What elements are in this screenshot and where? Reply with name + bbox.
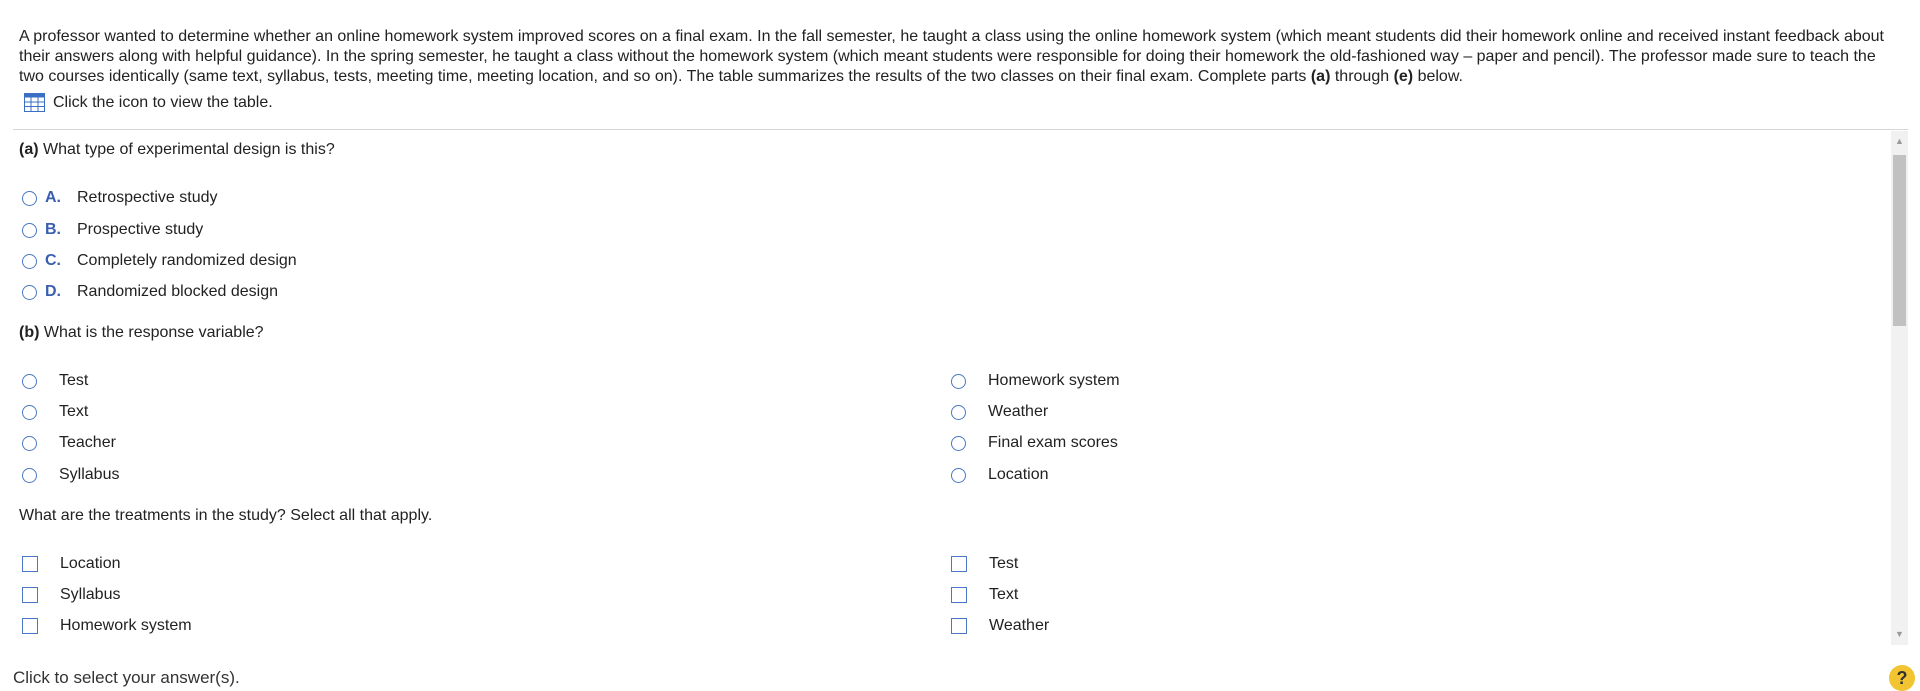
problem-statement: A professor wanted to determine whether …: [19, 27, 1891, 87]
option-b-prospective[interactable]: B. Prospective study: [22, 220, 203, 240]
view-table-label: Click the icon to view the table.: [53, 93, 273, 111]
option-d-randomized-blocked[interactable]: D. Randomized blocked design: [22, 282, 278, 302]
treatments-question: What are the treatments in the study? Se…: [19, 507, 433, 524]
response-option[interactable]: Weather: [951, 402, 1048, 422]
treatment-option[interactable]: Weather: [951, 616, 1049, 636]
table-grid-icon[interactable]: [24, 93, 45, 112]
problem-text: A professor wanted to determine whether …: [19, 28, 1884, 85]
response-option[interactable]: Final exam scores: [951, 433, 1118, 453]
question-a-tag: (a): [19, 141, 39, 158]
option-label: Test: [59, 372, 89, 389]
option-label: Final exam scores: [988, 434, 1118, 451]
checkbox[interactable]: [951, 556, 967, 572]
option-label: Randomized blocked design: [77, 283, 279, 300]
radio-button[interactable]: [22, 222, 37, 238]
option-label: Syllabus: [60, 586, 121, 603]
option-letter: D.: [45, 283, 61, 300]
response-option[interactable]: Location: [951, 465, 1049, 485]
radio-button[interactable]: [22, 253, 37, 269]
below-text: below.: [1413, 68, 1463, 85]
scroll-down-icon[interactable]: ▼: [1891, 626, 1908, 643]
status-text: Click to select your answer(s).: [13, 668, 240, 687]
response-option[interactable]: Test: [22, 371, 88, 391]
option-label: Teacher: [59, 434, 116, 451]
option-label: Retrospective study: [77, 189, 218, 206]
checkbox[interactable]: [22, 556, 38, 572]
help-icon[interactable]: ?: [1889, 665, 1915, 691]
option-label: Syllabus: [59, 466, 120, 483]
question-a: (a) What type of experimental design is …: [19, 141, 335, 159]
question-a-text: What type of experimental design is this…: [38, 141, 335, 158]
response-option[interactable]: Homework system: [951, 371, 1120, 391]
scroll-thumb[interactable]: [1893, 155, 1906, 326]
checkbox[interactable]: [22, 618, 38, 634]
option-label: Homework system: [988, 372, 1120, 389]
radio-button[interactable]: [22, 467, 37, 483]
checkbox[interactable]: [951, 587, 967, 603]
radio-button[interactable]: [951, 435, 966, 451]
option-letter: C.: [45, 252, 61, 269]
treatment-option[interactable]: Test: [951, 554, 1018, 574]
section-divider: [13, 129, 1908, 130]
option-label: Homework system: [60, 617, 192, 634]
treatment-option[interactable]: Text: [951, 585, 1018, 605]
radio-button[interactable]: [951, 467, 966, 483]
treatment-option[interactable]: Syllabus: [22, 585, 120, 605]
question-pane: (a) What type of experimental design is …: [13, 131, 1908, 645]
through-text: through: [1330, 68, 1394, 85]
view-table-link[interactable]: Click the icon to view the table.: [24, 93, 273, 112]
checkbox[interactable]: [951, 618, 967, 634]
question-b-text: What is the response variable?: [39, 324, 264, 341]
question-b: (b) What is the response variable?: [19, 324, 264, 342]
radio-button[interactable]: [22, 190, 37, 206]
radio-button[interactable]: [951, 404, 966, 420]
response-option[interactable]: Teacher: [22, 433, 116, 453]
radio-button[interactable]: [22, 373, 37, 389]
option-label: Text: [59, 403, 89, 420]
part-a-ref: (a): [1310, 68, 1331, 85]
radio-button[interactable]: [22, 435, 37, 451]
option-label: Test: [989, 555, 1019, 572]
option-letter: B.: [45, 221, 61, 238]
question-b-tag: (b): [19, 324, 40, 341]
option-label: Prospective study: [77, 221, 204, 238]
scroll-up-icon[interactable]: ▲: [1891, 133, 1908, 150]
treatment-option[interactable]: Location: [22, 554, 121, 574]
response-option[interactable]: Syllabus: [22, 465, 119, 485]
radio-button[interactable]: [22, 284, 37, 300]
option-label: Weather: [989, 617, 1050, 634]
radio-button[interactable]: [22, 404, 37, 420]
option-label: Location: [988, 466, 1049, 483]
response-option[interactable]: Text: [22, 402, 88, 422]
option-label: Location: [60, 555, 121, 572]
checkbox[interactable]: [22, 587, 38, 603]
option-letter: A.: [45, 189, 61, 206]
option-c-completely-randomized[interactable]: C. Completely randomized design: [22, 251, 297, 271]
option-label: Completely randomized design: [77, 252, 297, 269]
option-a-retrospective[interactable]: A. Retrospective study: [22, 188, 218, 208]
vertical-scrollbar[interactable]: ▲ ▼: [1891, 131, 1908, 645]
part-e-ref: (e): [1393, 68, 1414, 85]
option-label: Text: [989, 586, 1019, 603]
radio-button[interactable]: [951, 373, 966, 389]
option-label: Weather: [988, 403, 1049, 420]
treatment-option[interactable]: Homework system: [22, 616, 192, 636]
